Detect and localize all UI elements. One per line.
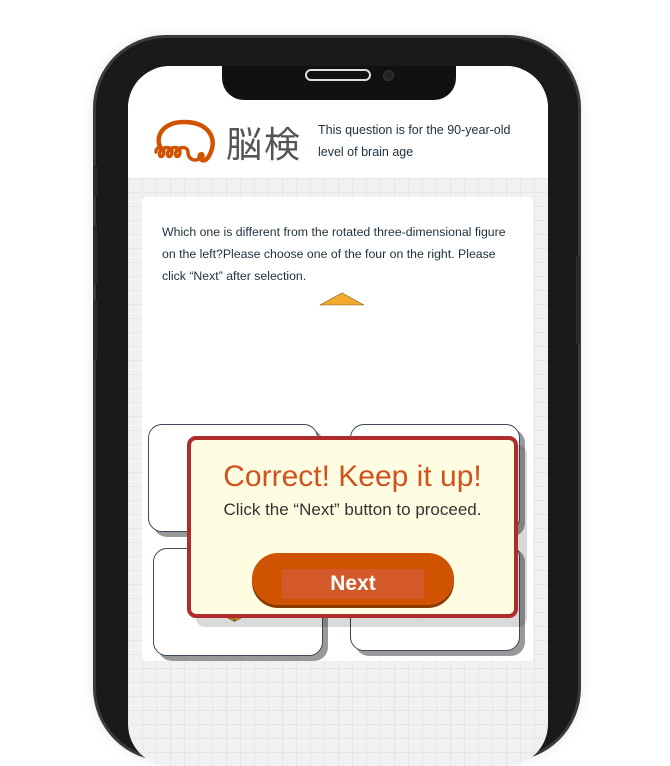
result-title: Correct! Keep it up! xyxy=(223,460,482,493)
reference-figure xyxy=(319,292,365,306)
mute-switch xyxy=(93,165,97,197)
result-dialog: Correct! Keep it up! Click the “Next” bu… xyxy=(187,436,518,618)
result-message: Click the “Next” button to proceed. xyxy=(223,500,482,519)
brain-age-note: This question is for the 90-year-old lev… xyxy=(318,123,511,159)
volume-down-button xyxy=(93,300,97,360)
power-button xyxy=(576,255,580,345)
camera-icon xyxy=(383,70,394,81)
logo-text: 脳検 xyxy=(226,124,303,165)
volume-up-button xyxy=(93,225,97,285)
next-label: Next xyxy=(282,569,424,599)
next-button[interactable]: Next xyxy=(252,553,454,605)
screen: 脳検 This question is for the 90-year-old … xyxy=(128,66,548,766)
question-text: Which one is different from the rotated … xyxy=(162,225,506,283)
brain-logo-icon xyxy=(154,119,215,163)
question-card: Which one is different from the rotated … xyxy=(142,197,533,661)
speaker-icon xyxy=(305,69,371,81)
